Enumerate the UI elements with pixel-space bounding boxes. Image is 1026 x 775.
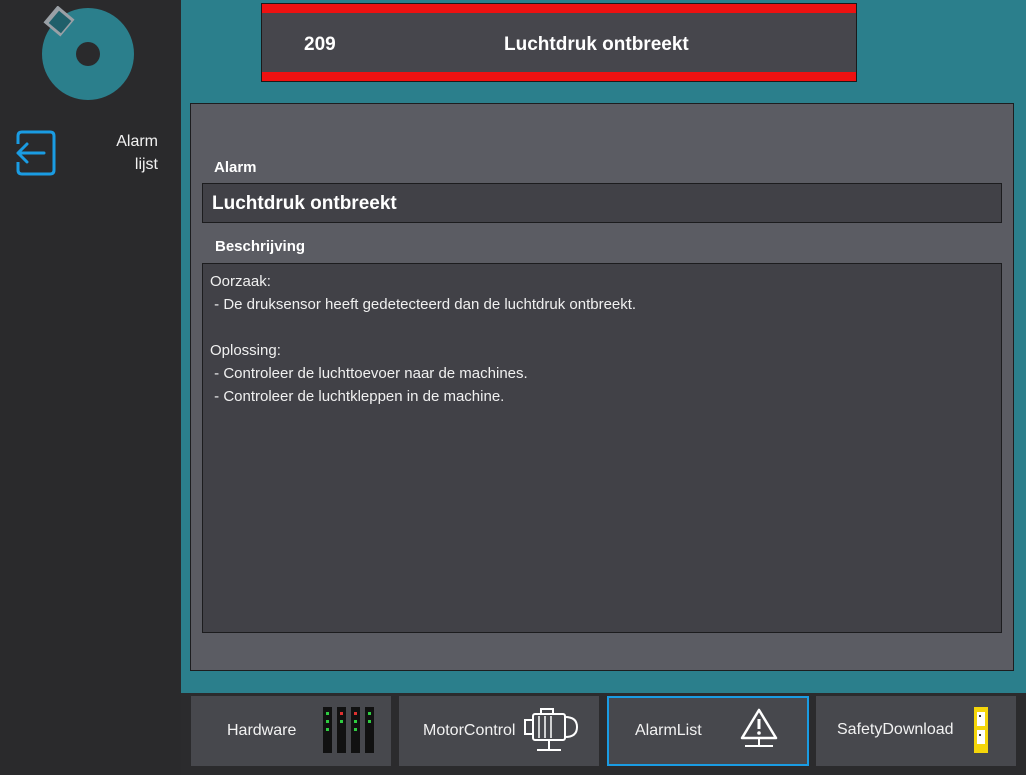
nav-safetydownload-button[interactable]: SafetyDownload <box>816 696 1016 766</box>
active-alarm-banner: 209 Luchtdruk ontbreekt <box>261 3 857 82</box>
motor-icon <box>524 708 579 751</box>
alarm-name-field: Luchtdruk ontbreekt <box>202 183 1002 223</box>
warning-triangle-icon <box>740 708 778 747</box>
bottom-navigation: Hardware MotorControl AlarmList SafetyDo… <box>181 693 1026 775</box>
description-line <box>210 316 1001 339</box>
nav-safetydownload-label: SafetyDownload <box>837 721 954 738</box>
alarm-field-label: Alarm <box>214 159 257 176</box>
back-arrow-icon <box>16 130 56 176</box>
description-line: - De druksensor heeft gedetecteerd dan d… <box>210 296 637 313</box>
description-line: - Controleer de luchtkleppen in de machi… <box>210 388 505 405</box>
sidebar: Alarm lijst <box>0 0 181 775</box>
back-label-line2: lijst <box>134 156 158 173</box>
description-line: Oplossing: <box>210 342 281 359</box>
hardware-io-icon <box>323 707 374 753</box>
nav-alarmlist-label: AlarmList <box>635 722 702 739</box>
alarm-number: 209 <box>304 34 336 55</box>
nav-hardware-button[interactable]: Hardware <box>191 696 391 766</box>
company-logo <box>42 6 134 100</box>
alarm-list-back-button[interactable]: Alarm lijst <box>6 124 176 182</box>
safety-module-icon <box>974 707 988 753</box>
back-button-label: Alarm lijst <box>116 130 158 176</box>
description-line: Oorzaak: <box>210 273 271 290</box>
alarm-title: Luchtdruk ontbreekt <box>504 34 689 55</box>
description-field-label: Beschrijving <box>215 238 306 255</box>
nav-motorcontrol-button[interactable]: MotorControl <box>399 696 599 766</box>
nav-alarmlist-button[interactable]: AlarmList <box>607 696 809 766</box>
back-label-line1: Alarm <box>116 133 158 150</box>
nav-motorcontrol-label: MotorControl <box>423 722 516 739</box>
description-line: - Controleer de luchttoevoer naar de mac… <box>210 365 528 382</box>
nav-hardware-label: Hardware <box>227 722 297 739</box>
description-field[interactable]: Oorzaak: - De druksensor heeft gedetecte… <box>202 263 1002 633</box>
alarm-stripe-bottom <box>262 72 856 81</box>
alarm-stripe-top <box>262 4 856 13</box>
alarm-detail-panel: Alarm Luchtdruk ontbreekt Beschrijving O… <box>190 103 1014 671</box>
